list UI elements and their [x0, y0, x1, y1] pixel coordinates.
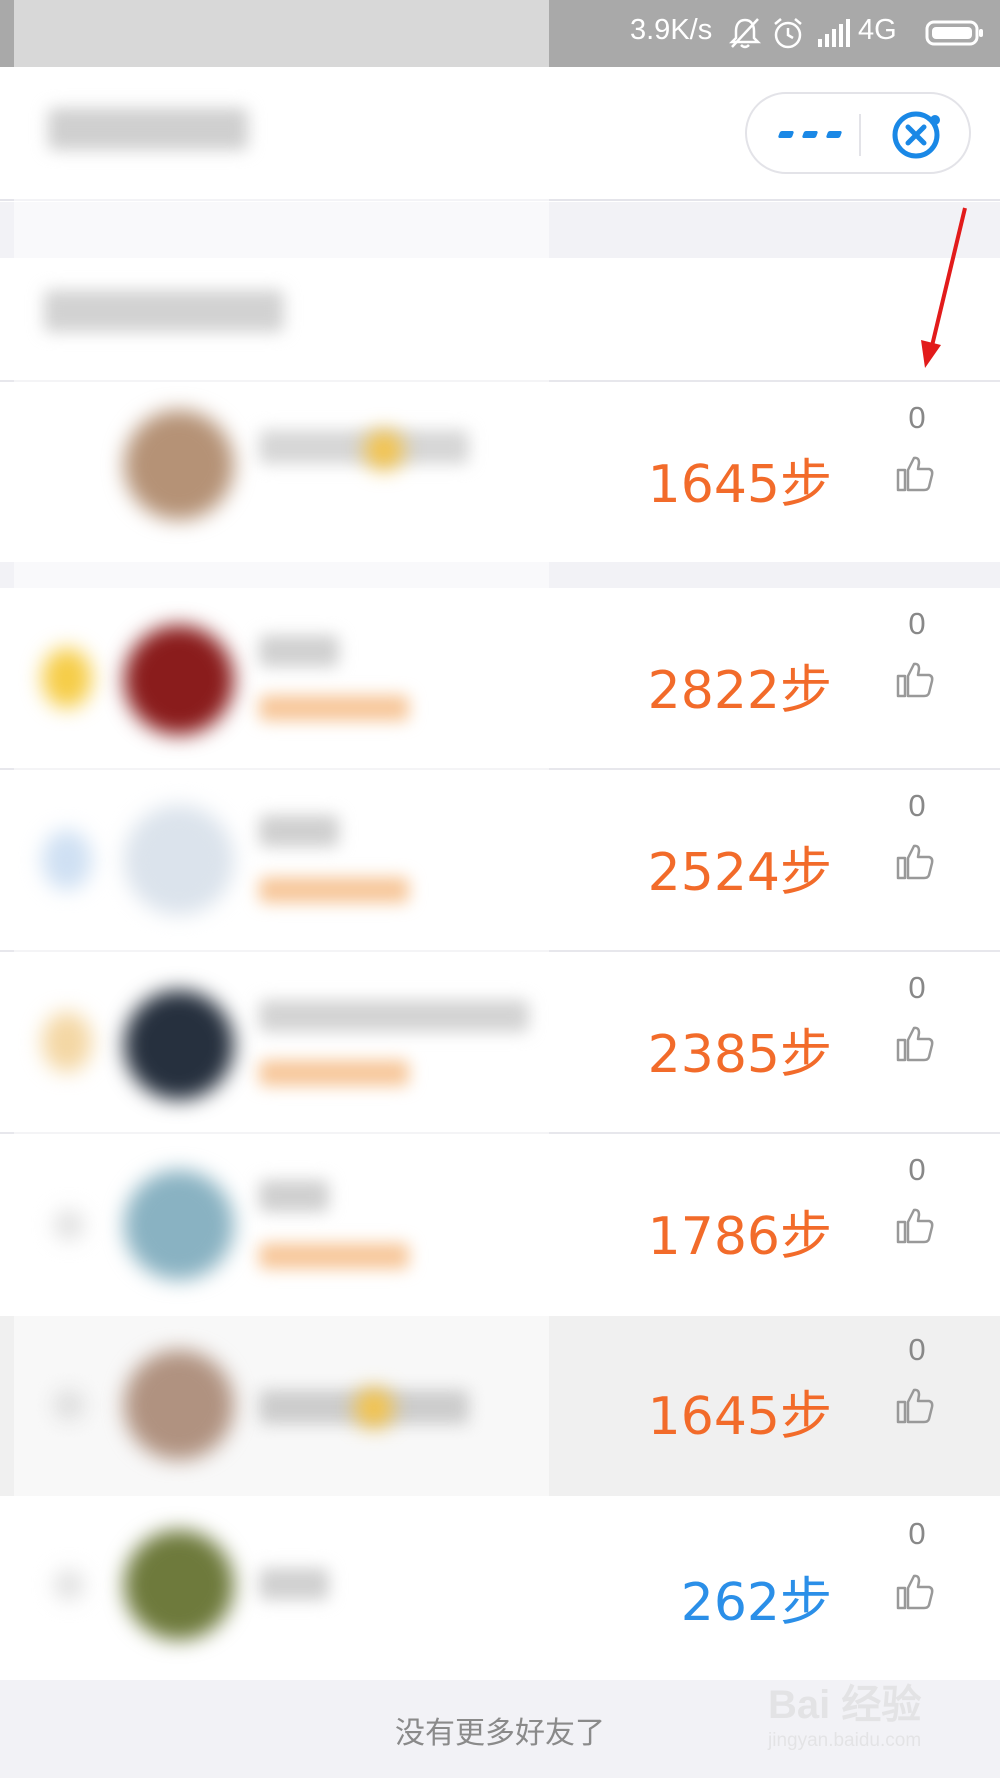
rank-medal-icon — [42, 1012, 92, 1072]
network-type: 4G — [858, 14, 897, 46]
rank-number — [54, 1210, 84, 1240]
thumb-up-icon[interactable] — [894, 1570, 936, 1612]
red-annotation-arrow — [921, 207, 967, 368]
battery-icon — [925, 20, 983, 46]
blurred-tag — [259, 877, 409, 903]
blurred-name — [259, 635, 339, 667]
avatar — [124, 805, 234, 915]
step-count: 2822步 — [647, 661, 832, 721]
blurred-user-info-panel — [14, 0, 549, 1680]
blurred-badge — [364, 430, 404, 470]
step-count: 1786步 — [647, 1207, 832, 1267]
thumb-up-icon[interactable] — [894, 1022, 936, 1064]
signal-icon — [818, 19, 850, 47]
step-count: 2524步 — [647, 843, 832, 903]
like-count: 0 — [908, 400, 926, 435]
avatar — [124, 1530, 234, 1640]
like-count: 0 — [908, 970, 926, 1005]
close-icon[interactable] — [890, 109, 942, 161]
avatar — [124, 625, 234, 735]
like-count: 0 — [908, 606, 926, 641]
step-count: 1645步 — [647, 1387, 832, 1447]
blurred-name — [259, 815, 339, 847]
blurred-name — [259, 1000, 529, 1032]
menu-capsule — [745, 92, 971, 174]
thumb-up-icon[interactable] — [894, 1204, 936, 1246]
avatar — [124, 1170, 234, 1280]
rank-number — [54, 1390, 84, 1420]
blurred-tag — [259, 1243, 409, 1269]
watermark-url: jingyan.baidu.com — [768, 1730, 922, 1751]
like-count: 0 — [908, 788, 926, 823]
like-count: 0 — [908, 1516, 926, 1551]
step-count: 2385步 — [647, 1025, 832, 1085]
more-button[interactable] — [775, 116, 845, 152]
capsule-divider — [859, 114, 861, 156]
more-icon — [777, 130, 795, 138]
rank-number — [54, 1570, 84, 1600]
like-count: 0 — [908, 1152, 926, 1187]
blurred-title — [48, 108, 248, 150]
watermark-brand: Bai 经验 — [768, 1683, 922, 1727]
rank-medal-icon — [42, 648, 92, 708]
step-count: 262步 — [680, 1573, 832, 1633]
blurred-tag — [259, 1060, 409, 1086]
avatar — [124, 410, 234, 520]
blurred-name — [259, 1568, 329, 1600]
rank-medal-icon — [42, 830, 92, 890]
thumb-up-icon[interactable] — [894, 658, 936, 700]
thumb-up-icon[interactable] — [894, 840, 936, 882]
baidu-watermark: Bai 经验 jingyan.baidu.com — [768, 1672, 958, 1772]
alarm-icon — [774, 18, 802, 49]
step-count: 1645步 — [647, 455, 832, 515]
avatar — [124, 990, 234, 1100]
network-speed: 3.9K/s — [630, 14, 713, 46]
like-count: 0 — [908, 1332, 926, 1367]
avatar — [124, 1350, 234, 1460]
blurred-section-title — [44, 290, 284, 332]
thumb-up-icon[interactable] — [894, 452, 936, 494]
blurred-name — [259, 1180, 329, 1212]
blurred-tag — [259, 695, 409, 721]
thumb-up-icon[interactable] — [894, 1384, 936, 1426]
blurred-badge — [354, 1388, 394, 1428]
bell-muted-icon — [728, 18, 762, 49]
